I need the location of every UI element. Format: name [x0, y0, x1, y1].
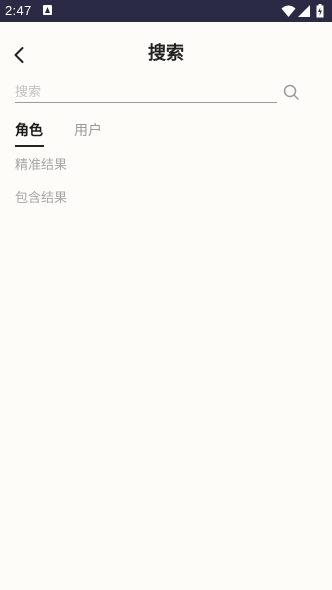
- search-icon: [283, 84, 299, 100]
- search-input[interactable]: [15, 82, 277, 103]
- signal-icon: [298, 5, 310, 17]
- tab-users[interactable]: 用户: [74, 121, 102, 141]
- exact-results-label: 精准结果: [15, 158, 68, 173]
- tab-active-indicator: [15, 145, 44, 147]
- contains-results-label: 包含结果: [15, 191, 68, 206]
- search-button[interactable]: [283, 84, 300, 101]
- status-bar: 2:47: [0, 0, 332, 22]
- wifi-icon: [281, 5, 296, 17]
- page-title: 搜索: [148, 43, 184, 64]
- notification-icon: [43, 5, 52, 15]
- battery-icon: [316, 4, 324, 18]
- tab-roles[interactable]: 角色: [15, 121, 43, 141]
- status-time: 2:47: [5, 3, 32, 18]
